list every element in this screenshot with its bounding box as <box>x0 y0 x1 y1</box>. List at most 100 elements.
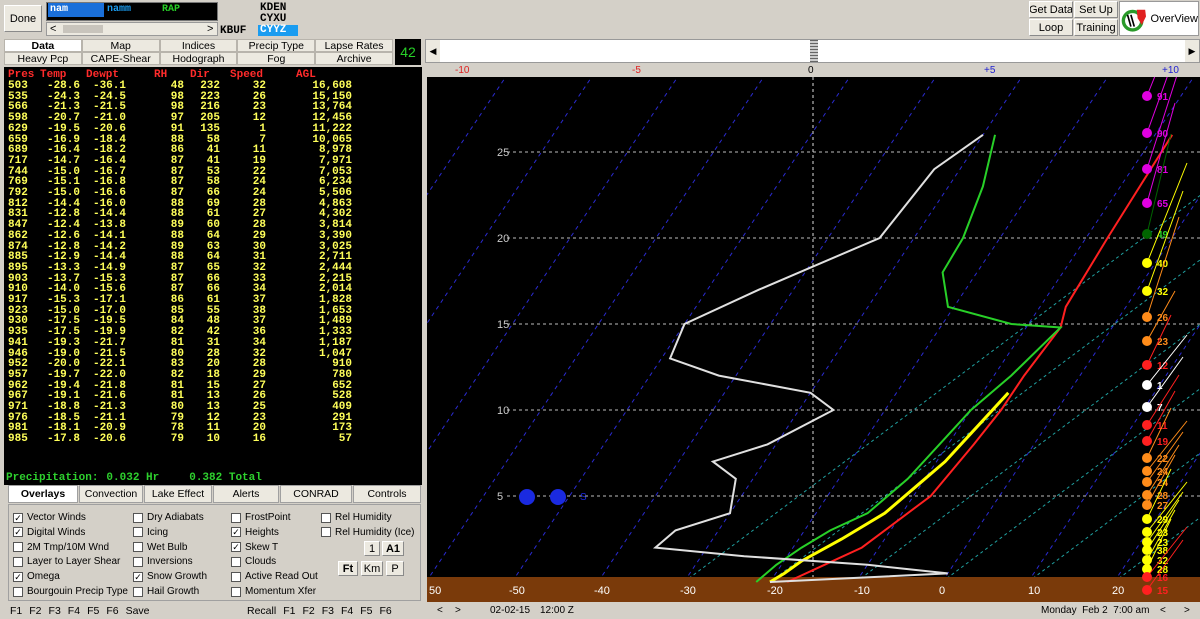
scroll-thumb[interactable] <box>63 25 103 33</box>
checkbox-box[interactable] <box>13 542 23 553</box>
level-a1-button[interactable]: A1 <box>382 541 404 556</box>
slider-left-icon[interactable]: ◀ <box>426 40 440 62</box>
tab-conrad[interactable]: CONRAD <box>280 485 352 503</box>
tab-precip-type[interactable]: Precip Type <box>237 39 316 52</box>
checkbox-icing[interactable]: Icing <box>133 526 168 539</box>
model-nam[interactable]: nam <box>48 3 104 17</box>
skew-t-chart[interactable]: 25201510550-50-40-30-20-1001020 91908165… <box>427 77 1200 602</box>
recall-button[interactable]: Recall <box>247 605 276 617</box>
status-right-next[interactable]: > <box>1184 605 1190 616</box>
status-next-button[interactable]: > <box>455 605 461 616</box>
fkey-f3[interactable]: F3 <box>322 605 334 617</box>
tab-fog[interactable]: Fog <box>237 52 316 65</box>
tab-overlays[interactable]: Overlays <box>8 485 78 503</box>
checkbox-omega[interactable]: ✓ Omega <box>13 570 60 583</box>
fkey-f5[interactable]: F5 <box>360 605 372 617</box>
checkbox-rel-humidity[interactable]: Rel Humidity <box>321 511 392 524</box>
tab-lapse-rates[interactable]: Lapse Rates <box>315 39 393 52</box>
loop-button[interactable]: Loop <box>1029 19 1073 36</box>
time-slider[interactable]: ◀ ▶ <box>425 39 1200 63</box>
checkbox-digital-winds[interactable]: ✓ Digital Winds <box>13 526 85 539</box>
fkey-f4[interactable]: F4 <box>68 605 80 617</box>
checkbox-box[interactable] <box>133 556 143 567</box>
fkey-f3[interactable]: F3 <box>49 605 61 617</box>
checkbox-box[interactable]: ✓ <box>133 571 143 582</box>
tab-indices[interactable]: Indices <box>159 39 238 52</box>
checkbox-box[interactable] <box>133 512 143 523</box>
checkbox-box[interactable]: ✓ <box>13 527 23 538</box>
checkbox-box[interactable] <box>321 527 331 538</box>
station-item-selected[interactable]: CYYZ <box>258 25 298 36</box>
tab-alerts[interactable]: Alerts <box>213 485 279 503</box>
tab-archive[interactable]: Archive <box>315 52 393 65</box>
checkbox-inversions[interactable]: Inversions <box>133 555 193 568</box>
checkbox-layer-to-layer-shear[interactable]: Layer to Layer Shear <box>13 555 120 568</box>
scroll-left-icon[interactable]: < <box>50 23 56 35</box>
units-p-button[interactable]: P <box>386 561 404 576</box>
checkbox-wet-bulb[interactable]: Wet Bulb <box>133 541 187 554</box>
model-rap[interactable]: RAP <box>162 3 180 17</box>
checkbox-active-read-out[interactable]: Active Read Out <box>231 570 318 583</box>
checkbox-bourgouin-precip-type[interactable]: Bourgouin Precip Type <box>13 585 128 598</box>
units-ft-button[interactable]: Ft <box>338 561 358 576</box>
checkbox-heights[interactable]: ✓ Heights <box>231 526 279 539</box>
units-km-button[interactable]: Km <box>361 561 383 576</box>
tab-convection[interactable]: Convection <box>79 485 143 503</box>
overview-button[interactable]: OverView <box>1119 1 1199 36</box>
tab-map[interactable]: Map <box>81 39 160 52</box>
status-right-prev[interactable]: < <box>1160 605 1166 616</box>
checkbox-box[interactable] <box>231 586 241 597</box>
checkbox-box[interactable] <box>13 586 23 597</box>
station-list[interactable]: KDEN CYXU CYYZ <box>258 3 302 36</box>
checkbox-momentum-xfer[interactable]: Momentum Xfer <box>231 585 316 598</box>
tab-hodograph[interactable]: Hodograph <box>159 52 238 65</box>
model-selector[interactable]: nam namm RAP <box>46 2 218 21</box>
tab-data[interactable]: Data <box>4 39 82 52</box>
checkbox-dry-adiabats[interactable]: Dry Adiabats <box>133 511 204 524</box>
checkbox-clouds[interactable]: Clouds <box>231 555 276 568</box>
model-namm[interactable]: namm <box>107 3 131 17</box>
checkbox-box[interactable] <box>13 556 23 567</box>
slider-right-icon[interactable]: ▶ <box>1185 40 1199 62</box>
fkey-f1[interactable]: F1 <box>10 605 22 617</box>
checkbox-snow-growth[interactable]: ✓ Snow Growth <box>133 570 207 583</box>
checkbox-skew-t[interactable]: ✓ Skew T <box>231 541 278 554</box>
model-scrollbar[interactable]: < > <box>46 22 218 36</box>
fkey-f4[interactable]: F4 <box>341 605 353 617</box>
fkey-f6[interactable]: F6 <box>106 605 118 617</box>
checkbox-box[interactable]: ✓ <box>231 527 241 538</box>
fkey-f2[interactable]: F2 <box>302 605 314 617</box>
tab-lake-effect[interactable]: Lake Effect <box>144 485 212 503</box>
checkbox-box[interactable] <box>231 556 241 567</box>
fkey-f6[interactable]: F6 <box>380 605 392 617</box>
checkbox-vector-winds[interactable]: ✓ Vector Winds <box>13 511 86 524</box>
fkey-f2[interactable]: F2 <box>29 605 41 617</box>
tab-heavy-pcp[interactable]: Heavy Pcp <box>4 52 82 65</box>
slider-thumb[interactable] <box>810 40 818 62</box>
set-up-button[interactable]: Set Up <box>1074 1 1118 18</box>
fkey-f5[interactable]: F5 <box>87 605 99 617</box>
save-button[interactable]: Save <box>126 605 150 617</box>
checkbox-box[interactable]: ✓ <box>13 571 23 582</box>
fkey-f1[interactable]: F1 <box>283 605 295 617</box>
status-prev-button[interactable]: < <box>437 605 443 616</box>
tab-cape-shear[interactable]: CAPE-Shear <box>81 52 160 65</box>
training-button[interactable]: Training <box>1074 19 1118 36</box>
checkbox-box[interactable] <box>231 512 241 523</box>
checkbox-box[interactable]: ✓ <box>13 512 23 523</box>
checkbox-hail-growth[interactable]: Hail Growth <box>133 585 199 598</box>
checkbox-rel-humidity-ice-[interactable]: Rel Humidity (Ice) <box>321 526 414 539</box>
done-button[interactable]: Done <box>4 5 42 32</box>
checkbox-2m-tmp-10m-wnd[interactable]: 2M Tmp/10M Wnd <box>13 541 109 554</box>
checkbox-box[interactable] <box>133 586 143 597</box>
checkbox-box[interactable] <box>321 512 331 523</box>
get-data-button[interactable]: Get Data <box>1029 1 1073 18</box>
checkbox-box[interactable] <box>133 542 143 553</box>
checkbox-box[interactable] <box>231 571 241 582</box>
tab-controls[interactable]: Controls <box>353 485 421 503</box>
checkbox-box[interactable] <box>133 527 143 538</box>
level-1-button[interactable]: 1 <box>364 541 380 556</box>
scroll-right-icon[interactable]: > <box>207 23 213 35</box>
checkbox-frostpoint[interactable]: FrostPoint <box>231 511 291 524</box>
checkbox-box[interactable]: ✓ <box>231 542 241 553</box>
